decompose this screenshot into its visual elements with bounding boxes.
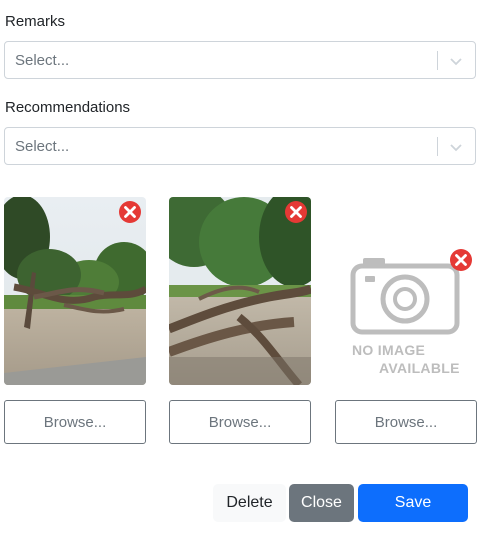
browse-button-1[interactable]: Browse... (4, 400, 146, 444)
delete-button[interactable]: Delete (213, 484, 286, 522)
remove-image-icon[interactable] (449, 248, 473, 272)
close-button[interactable]: Close (289, 484, 354, 522)
save-button[interactable]: Save (358, 484, 468, 522)
image-thumbnail-2 (169, 197, 311, 385)
chevron-down-icon[interactable] (448, 139, 464, 155)
recommendations-label: Recommendations (5, 99, 131, 116)
select-separator (437, 51, 438, 70)
remove-image-icon[interactable] (118, 200, 142, 224)
remarks-select-placeholder: Select... (15, 52, 70, 69)
remove-image-icon[interactable] (284, 200, 308, 224)
recommendations-select-placeholder: Select... (15, 138, 70, 155)
recommendations-select[interactable]: Select... (4, 127, 476, 165)
remarks-label: Remarks (5, 13, 66, 30)
no-image-text-line2: AVAILABLE (379, 360, 460, 376)
browse-button-3[interactable]: Browse... (335, 400, 477, 444)
no-image-text-line1: NO IMAGE (352, 342, 426, 358)
image-thumbnail-1 (4, 197, 146, 385)
chevron-down-icon[interactable] (448, 53, 464, 69)
browse-button-2[interactable]: Browse... (169, 400, 311, 444)
select-separator (437, 137, 438, 156)
park-tree-photo (4, 197, 146, 385)
park-tree-photo (169, 197, 311, 385)
remarks-select[interactable]: Select... (4, 41, 476, 79)
